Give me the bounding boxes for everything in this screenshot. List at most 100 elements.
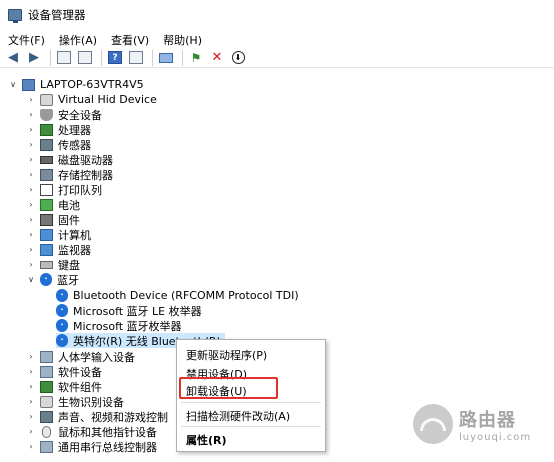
- menu-action[interactable]: 操作(A): [59, 32, 97, 48]
- tree-device[interactable]: ᛫ Microsoft 蓝牙枚举器: [56, 318, 182, 333]
- bluetooth-icon: ᛫: [56, 319, 68, 332]
- chevron-right-icon[interactable]: ›: [26, 352, 36, 361]
- disable-device-icon[interactable]: ⬇: [229, 49, 247, 67]
- tree-category[interactable]: › 处理器: [26, 122, 91, 137]
- category-label: 鼠标和其他指针设备: [58, 425, 157, 439]
- chevron-right-icon[interactable]: ›: [26, 427, 36, 436]
- category-label: 固件: [58, 213, 80, 227]
- tree-category[interactable]: › 固件: [26, 212, 80, 227]
- watermark-cn: 路由器: [459, 409, 516, 431]
- tree-category[interactable]: › 计算机: [26, 227, 91, 242]
- sensor-icon: [40, 138, 53, 151]
- tree-category[interactable]: › 电池: [26, 197, 80, 212]
- chevron-right-icon[interactable]: ›: [26, 140, 36, 149]
- processor-icon: [40, 123, 53, 136]
- tree-category[interactable]: › 打印队列: [26, 182, 102, 197]
- speaker-icon: [40, 410, 53, 423]
- storage-controller-icon: [40, 168, 53, 181]
- tree-category[interactable]: › 人体学输入设备: [26, 349, 135, 364]
- keyboard-icon: [40, 260, 53, 269]
- category-label: 传感器: [58, 138, 91, 152]
- chevron-right-icon[interactable]: ›: [26, 367, 36, 376]
- chevron-right-icon[interactable]: ›: [26, 155, 36, 164]
- properties-pane-icon[interactable]: [55, 49, 73, 67]
- chevron-right-icon[interactable]: ›: [26, 95, 36, 104]
- window-title: 设备管理器: [28, 8, 86, 22]
- show-hide-tree-icon[interactable]: [76, 49, 94, 67]
- chevron-down-icon[interactable]: ∨: [8, 80, 18, 89]
- tree-category[interactable]: › 安全设备: [26, 107, 102, 122]
- category-label: 监视器: [58, 243, 91, 257]
- root-label: LAPTOP-63VTR4V5: [40, 78, 144, 91]
- properties-menu-item[interactable]: 属性(R): [186, 432, 227, 448]
- tree-device[interactable]: ᛫ Bluetooth Device (RFCOMM Protocol TDI): [56, 288, 299, 303]
- device-manager-icon: [8, 9, 22, 23]
- category-label: 安全设备: [58, 108, 102, 122]
- toolbar: ◀ ▶ ? ⚑ ✕ ⬇: [0, 48, 554, 68]
- scan-hardware-icon[interactable]: [157, 49, 175, 67]
- toolbar-divider: [152, 49, 153, 66]
- tree-category[interactable]: › 监视器: [26, 242, 91, 257]
- back-icon[interactable]: ◀: [4, 49, 22, 67]
- help-icon[interactable]: ?: [106, 49, 124, 67]
- chevron-down-icon[interactable]: ∨: [26, 275, 36, 284]
- update-driver-icon[interactable]: ⚑: [187, 49, 205, 67]
- bluetooth-icon: ᛫: [56, 334, 68, 347]
- category-label: 键盘: [58, 258, 80, 272]
- chevron-right-icon[interactable]: ›: [26, 125, 36, 134]
- tree-category[interactable]: › 磁盘驱动器: [26, 152, 113, 167]
- chevron-right-icon[interactable]: ›: [26, 110, 36, 119]
- chevron-right-icon[interactable]: ›: [26, 382, 36, 391]
- firmware-icon: [40, 213, 53, 226]
- uninstall-icon[interactable]: ✕: [208, 49, 226, 67]
- category-label: 软件设备: [58, 365, 102, 379]
- watermark: 路由器 luyouqi.com: [413, 398, 553, 450]
- disk-drive-icon: [40, 155, 53, 164]
- biometric-icon: [40, 395, 53, 408]
- tree-category[interactable]: › Virtual Hid Device: [26, 92, 156, 107]
- category-label: 电池: [58, 198, 80, 212]
- tree-category[interactable]: › 声音、视频和游戏控制: [26, 409, 168, 424]
- chevron-right-icon[interactable]: ›: [26, 412, 36, 421]
- tree-device[interactable]: ᛫ Microsoft 蓝牙 LE 枚举器: [56, 303, 202, 318]
- scan-hardware-menu-item[interactable]: 扫描检测硬件改动(A): [186, 408, 290, 424]
- tree-category[interactable]: › 鼠标和其他指针设备: [26, 424, 157, 439]
- chevron-right-icon[interactable]: ›: [26, 170, 36, 179]
- category-label: 软件组件: [58, 380, 102, 394]
- tree-category[interactable]: › 软件组件: [26, 379, 102, 394]
- device-label: Microsoft 蓝牙 LE 枚举器: [73, 304, 202, 318]
- chevron-right-icon[interactable]: ›: [26, 260, 36, 269]
- tree-category[interactable]: › 传感器: [26, 137, 91, 152]
- tree-category[interactable]: › 软件设备: [26, 364, 102, 379]
- category-label: 蓝牙: [57, 273, 79, 287]
- battery-icon: [40, 198, 53, 211]
- update-driver-menu-item[interactable]: 更新驱动程序(P): [186, 347, 267, 363]
- bluetooth-icon: ᛫: [56, 304, 68, 317]
- tree-category[interactable]: › 键盘: [26, 257, 80, 272]
- chevron-right-icon[interactable]: ›: [26, 185, 36, 194]
- tree-root[interactable]: ∨ LAPTOP-63VTR4V5: [8, 77, 144, 92]
- chevron-right-icon[interactable]: ›: [26, 245, 36, 254]
- category-label: 通用串行总线控制器: [58, 440, 157, 454]
- computer-icon: [22, 78, 35, 91]
- chevron-right-icon[interactable]: ›: [26, 397, 36, 406]
- menu-bar: 文件(F) 操作(A) 查看(V) 帮助(H): [0, 30, 554, 50]
- forward-icon[interactable]: ▶: [25, 49, 43, 67]
- menu-file[interactable]: 文件(F): [8, 32, 45, 48]
- chevron-right-icon[interactable]: ›: [26, 200, 36, 209]
- chevron-right-icon[interactable]: ›: [26, 230, 36, 239]
- router-logo-icon: [413, 404, 453, 444]
- menu-view[interactable]: 查看(V): [111, 32, 149, 48]
- category-label: 计算机: [58, 228, 91, 242]
- software-component-icon: [40, 380, 53, 393]
- watermark-en: luyouqi.com: [459, 431, 532, 443]
- properties-icon[interactable]: [127, 49, 145, 67]
- tree-category[interactable]: › 存储控制器: [26, 167, 113, 182]
- menu-help[interactable]: 帮助(H): [163, 32, 202, 48]
- tree-category[interactable]: › 生物识别设备: [26, 394, 124, 409]
- chevron-right-icon[interactable]: ›: [26, 442, 36, 451]
- tree-category[interactable]: › 通用串行总线控制器: [26, 439, 157, 454]
- category-label: 生物识别设备: [58, 395, 124, 409]
- chevron-right-icon[interactable]: ›: [26, 215, 36, 224]
- tree-category-bluetooth[interactable]: ∨ ᛫ 蓝牙: [26, 272, 79, 287]
